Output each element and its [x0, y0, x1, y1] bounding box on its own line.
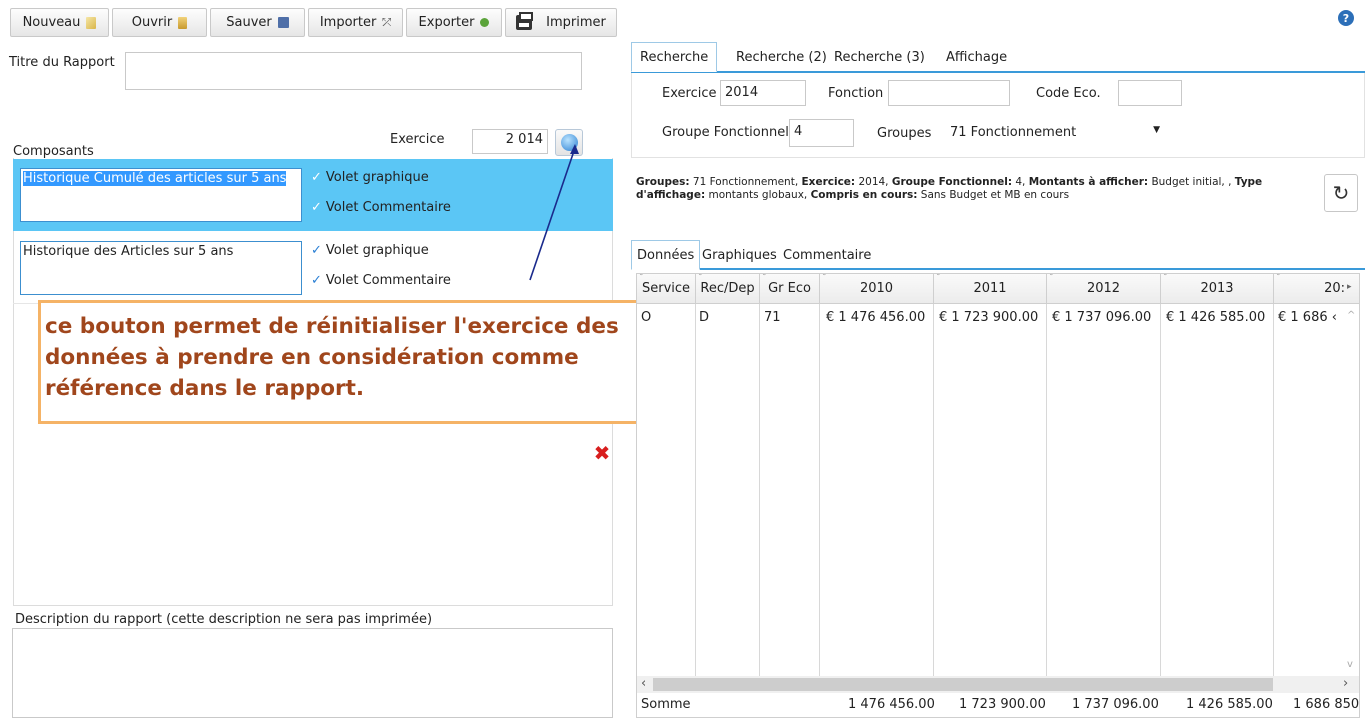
- column-header-2013[interactable]: 2013: [1161, 274, 1274, 304]
- table-cell: € 1 686 ‹: [1278, 310, 1337, 325]
- tab-graphiques[interactable]: Graphiques: [697, 240, 782, 270]
- scroll-right-icon[interactable]: ›: [1343, 676, 1348, 691]
- column-header-rec-dep[interactable]: Rec/Dep: [696, 274, 760, 304]
- column-header-2010[interactable]: 2010: [820, 274, 934, 304]
- fonction-label: Fonction: [828, 86, 884, 101]
- data-tab-underline: [631, 268, 1365, 270]
- tab-recherche[interactable]: Recherche: [631, 42, 718, 72]
- filter-summary: Groupes: 71 Fonctionnement, Exercice: 20…: [636, 176, 1263, 201]
- tab-affichage[interactable]: Affichage: [938, 42, 1015, 72]
- fonction-input[interactable]: [888, 80, 1010, 106]
- footer-cell: 1 476 456.00: [848, 697, 935, 712]
- scroll-down-icon[interactable]: v: [1347, 659, 1353, 670]
- groupes-label: Groupes: [877, 126, 932, 141]
- column-divider: [695, 304, 696, 676]
- refresh-button[interactable]: ↻: [1324, 174, 1358, 212]
- footer-cell: 1 723 900.00: [959, 697, 1046, 712]
- footer-label: Somme: [641, 697, 691, 712]
- column-header-2012[interactable]: 2012: [1047, 274, 1161, 304]
- column-divider: [759, 304, 760, 676]
- tab-recherche-2[interactable]: Recherche (2): [728, 42, 835, 72]
- refresh-icon: ↻: [1332, 181, 1350, 205]
- table-cell: € 1 426 585.00: [1166, 310, 1266, 325]
- groupe-fonctionnel-input[interactable]: 4: [789, 119, 854, 147]
- footer-cell: 1 737 096.00: [1072, 697, 1159, 712]
- code-eco-input[interactable]: [1118, 80, 1182, 106]
- groupes-select[interactable]: 71 Fonctionnement ▼: [946, 120, 1168, 146]
- scroll-left-icon[interactable]: ‹: [641, 676, 646, 691]
- description-label: Description du rapport (cette descriptio…: [15, 612, 433, 627]
- column-divider: [933, 304, 934, 676]
- table-cell: € 1 476 456.00: [826, 310, 926, 325]
- column-header-gr-eco[interactable]: Gr Eco: [760, 274, 820, 304]
- groupe-fonctionnel-label: Groupe Fonctionnel: [662, 125, 789, 140]
- footer-cell: 1 686 850: [1293, 697, 1360, 712]
- scrollbar-thumb[interactable]: [653, 678, 1273, 691]
- tab-donnees[interactable]: Données: [631, 240, 701, 270]
- table-cell: € 1 737 096.00: [1052, 310, 1152, 325]
- dropdown-arrow-icon: ▼: [1153, 125, 1160, 135]
- column-divider: [1273, 304, 1274, 676]
- tab-commentaire[interactable]: Commentaire: [778, 240, 876, 270]
- table-cell: 71: [764, 310, 781, 325]
- column-header-service[interactable]: Service: [637, 274, 696, 304]
- scroll-right-icon[interactable]: ▸: [1347, 282, 1352, 292]
- tab-recherche-3[interactable]: Recherche (3): [826, 42, 933, 72]
- table-cell: D: [699, 310, 710, 325]
- column-divider: [819, 304, 820, 676]
- column-divider: [1160, 304, 1161, 676]
- search-exercice-input[interactable]: 2014: [720, 80, 806, 106]
- footer-cell: 1 426 585.00: [1186, 697, 1273, 712]
- scroll-up-icon[interactable]: ^: [1347, 310, 1355, 321]
- column-header-2011[interactable]: 2011: [934, 274, 1047, 304]
- data-grid: Service Rec/Dep Gr Eco 2010 2011 2012 20…: [636, 273, 1360, 718]
- description-input[interactable]: [12, 628, 613, 718]
- code-eco-label: Code Eco.: [1036, 86, 1101, 101]
- search-exercice-label: Exercice: [662, 86, 717, 101]
- column-divider: [1046, 304, 1047, 676]
- horizontal-scrollbar[interactable]: ‹ ›: [637, 676, 1359, 693]
- table-cell: € 1 723 900.00: [939, 310, 1039, 325]
- table-cell: O: [641, 310, 652, 325]
